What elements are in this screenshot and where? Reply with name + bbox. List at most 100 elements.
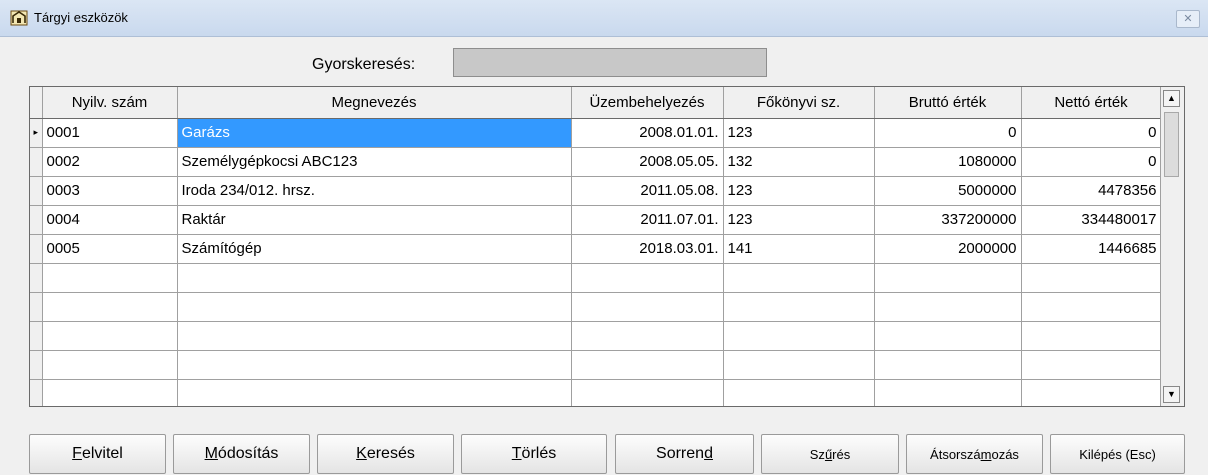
cell-uzembehelyezes[interactable] xyxy=(571,292,724,322)
cell-nyilv-szam[interactable] xyxy=(42,292,178,322)
cell-fokonyvi-sz[interactable] xyxy=(723,263,875,293)
cell-nyilv-szam[interactable] xyxy=(42,350,178,380)
table-row[interactable]: 0003 Iroda 234/012. hrsz. 2011.05.08. 123 50… xyxy=(30,176,1162,206)
cell-megnevezes[interactable] xyxy=(177,379,572,406)
column-header-fokonyvi-sz[interactable]: Főkönyvi sz. xyxy=(723,87,875,119)
cell-brutto-ertek[interactable] xyxy=(874,263,1022,293)
scroll-thumb[interactable] xyxy=(1164,112,1179,177)
empty-row[interactable] xyxy=(30,292,1162,322)
scroll-up-button[interactable]: ▲ xyxy=(1163,90,1180,107)
torles-button[interactable]: Törlés xyxy=(461,434,607,474)
cell-netto-ertek[interactable]: 334480017 xyxy=(1021,205,1162,235)
szures-button[interactable]: Sz ű rés xyxy=(761,434,899,474)
cell-nyilv-szam[interactable]: 0002 xyxy=(42,147,178,177)
row-indicator[interactable] xyxy=(30,176,43,206)
cell-fokonyvi-sz[interactable] xyxy=(723,379,875,406)
cell-megnevezes[interactable]: Számítógép xyxy=(177,234,572,264)
cell-megnevezes[interactable] xyxy=(177,321,572,351)
row-indicator[interactable]: ▸ xyxy=(30,118,43,148)
table-row[interactable]: 0005 Számítógép 2018.03.01. 141 2000000 14466… xyxy=(30,234,1162,264)
cell-netto-ertek[interactable] xyxy=(1021,350,1162,380)
empty-row[interactable] xyxy=(30,350,1162,380)
cell-brutto-ertek[interactable]: 0 xyxy=(874,118,1022,148)
cell-fokonyvi-sz[interactable]: 132 xyxy=(723,147,875,177)
cell-uzembehelyezes[interactable]: 2011.05.08. xyxy=(571,176,724,206)
cell-nyilv-szam[interactable]: 0005 xyxy=(42,234,178,264)
felvitel-button[interactable]: Felvitel xyxy=(29,434,166,474)
column-header-brutto-ertek[interactable]: Bruttó érték xyxy=(874,87,1022,119)
kereses-button[interactable]: Keresés xyxy=(317,434,454,474)
row-indicator[interactable] xyxy=(30,263,43,293)
cell-uzembehelyezes[interactable] xyxy=(571,379,724,406)
table-row[interactable]: 0004 Raktár 2011.07.01. 123 337200000 3344800… xyxy=(30,205,1162,235)
cell-netto-ertek[interactable] xyxy=(1021,379,1162,406)
cell-uzembehelyezes[interactable]: 2018.03.01. xyxy=(571,234,724,264)
cell-uzembehelyezes[interactable] xyxy=(571,263,724,293)
cell-netto-ertek[interactable]: 0 xyxy=(1021,147,1162,177)
cell-netto-ertek[interactable] xyxy=(1021,321,1162,351)
table-row[interactable]: 0002 Személygépkocsi ABC123 2008.05.05. 132… xyxy=(30,147,1162,177)
row-indicator[interactable] xyxy=(30,205,43,235)
quick-search-input[interactable] xyxy=(453,48,767,77)
cell-brutto-ertek[interactable] xyxy=(874,321,1022,351)
cell-nyilv-szam[interactable] xyxy=(42,379,178,406)
cell-netto-ertek[interactable] xyxy=(1021,292,1162,322)
cell-megnevezes[interactable] xyxy=(177,350,572,380)
cell-fokonyvi-sz[interactable]: 123 xyxy=(723,176,875,206)
cell-uzembehelyezes[interactable] xyxy=(571,321,724,351)
cell-megnevezes[interactable]: Személygépkocsi ABC123 xyxy=(177,147,572,177)
cell-netto-ertek[interactable]: 1446685 xyxy=(1021,234,1162,264)
vertical-scrollbar[interactable]: ▲ ▼ xyxy=(1160,87,1184,406)
cell-megnevezes[interactable]: Raktár xyxy=(177,205,572,235)
cell-uzembehelyezes[interactable]: 2008.05.05. xyxy=(571,147,724,177)
cell-brutto-ertek[interactable] xyxy=(874,292,1022,322)
column-header-megnevezes[interactable]: Megnevezés xyxy=(177,87,572,119)
cell-megnevezes[interactable] xyxy=(177,263,572,293)
cell-fokonyvi-sz[interactable]: 141 xyxy=(723,234,875,264)
row-indicator[interactable] xyxy=(30,147,43,177)
row-indicator[interactable] xyxy=(30,234,43,264)
empty-row[interactable] xyxy=(30,379,1162,406)
cell-brutto-ertek[interactable] xyxy=(874,379,1022,406)
cell-fokonyvi-sz[interactable]: 123 xyxy=(723,118,875,148)
cell-brutto-ertek[interactable]: 2000000 xyxy=(874,234,1022,264)
cell-netto-ertek[interactable] xyxy=(1021,263,1162,293)
modositas-button[interactable]: Módosítás xyxy=(173,434,310,474)
cell-uzembehelyezes[interactable]: 2011.07.01. xyxy=(571,205,724,235)
cell-nyilv-szam[interactable] xyxy=(42,263,178,293)
row-indicator[interactable] xyxy=(30,321,43,351)
cell-fokonyvi-sz[interactable] xyxy=(723,321,875,351)
cell-nyilv-szam[interactable]: 0001 xyxy=(42,118,178,148)
cell-nyilv-szam[interactable] xyxy=(42,321,178,351)
cell-netto-ertek[interactable]: 4478356 xyxy=(1021,176,1162,206)
cell-brutto-ertek[interactable]: 337200000 xyxy=(874,205,1022,235)
empty-row[interactable] xyxy=(30,321,1162,351)
column-header-netto-ertek[interactable]: Nettó érték xyxy=(1021,87,1162,119)
cell-megnevezes[interactable]: Garázs xyxy=(177,118,572,148)
cell-brutto-ertek[interactable] xyxy=(874,350,1022,380)
scroll-down-button[interactable]: ▼ xyxy=(1163,386,1180,403)
empty-row[interactable] xyxy=(30,263,1162,293)
cell-fokonyvi-sz[interactable]: 123 xyxy=(723,205,875,235)
cell-fokonyvi-sz[interactable] xyxy=(723,292,875,322)
table-row[interactable]: ▸ 0001 Garázs 2008.01.01. 123 0 0 xyxy=(30,118,1162,148)
asset-table[interactable]: Nyilv. szám Megnevezés Üzembehelyezés Fő… xyxy=(29,86,1185,407)
row-indicator[interactable] xyxy=(30,292,43,322)
cell-uzembehelyezes[interactable]: 2008.01.01. xyxy=(571,118,724,148)
cell-nyilv-szam[interactable]: 0003 xyxy=(42,176,178,206)
cell-nyilv-szam[interactable]: 0004 xyxy=(42,205,178,235)
cell-fokonyvi-sz[interactable] xyxy=(723,350,875,380)
cell-megnevezes[interactable] xyxy=(177,292,572,322)
atsorszamozas-button[interactable]: Átsorszá m ozás xyxy=(906,434,1043,474)
cell-brutto-ertek[interactable]: 5000000 xyxy=(874,176,1022,206)
row-indicator[interactable] xyxy=(30,379,43,406)
cell-megnevezes[interactable]: Iroda 234/012. hrsz. xyxy=(177,176,572,206)
row-indicator[interactable] xyxy=(30,350,43,380)
column-header-nyilv-szam[interactable]: Nyilv. szám xyxy=(42,87,178,119)
close-button[interactable]: ✕ xyxy=(1176,10,1200,28)
column-header-uzembehelyezes[interactable]: Üzembehelyezés xyxy=(571,87,724,119)
cell-brutto-ertek[interactable]: 1080000 xyxy=(874,147,1022,177)
cell-uzembehelyezes[interactable] xyxy=(571,350,724,380)
sorrend-button[interactable]: Sorren d xyxy=(615,434,754,474)
kilepes-button[interactable]: Kilépés (Esc) xyxy=(1050,434,1185,474)
